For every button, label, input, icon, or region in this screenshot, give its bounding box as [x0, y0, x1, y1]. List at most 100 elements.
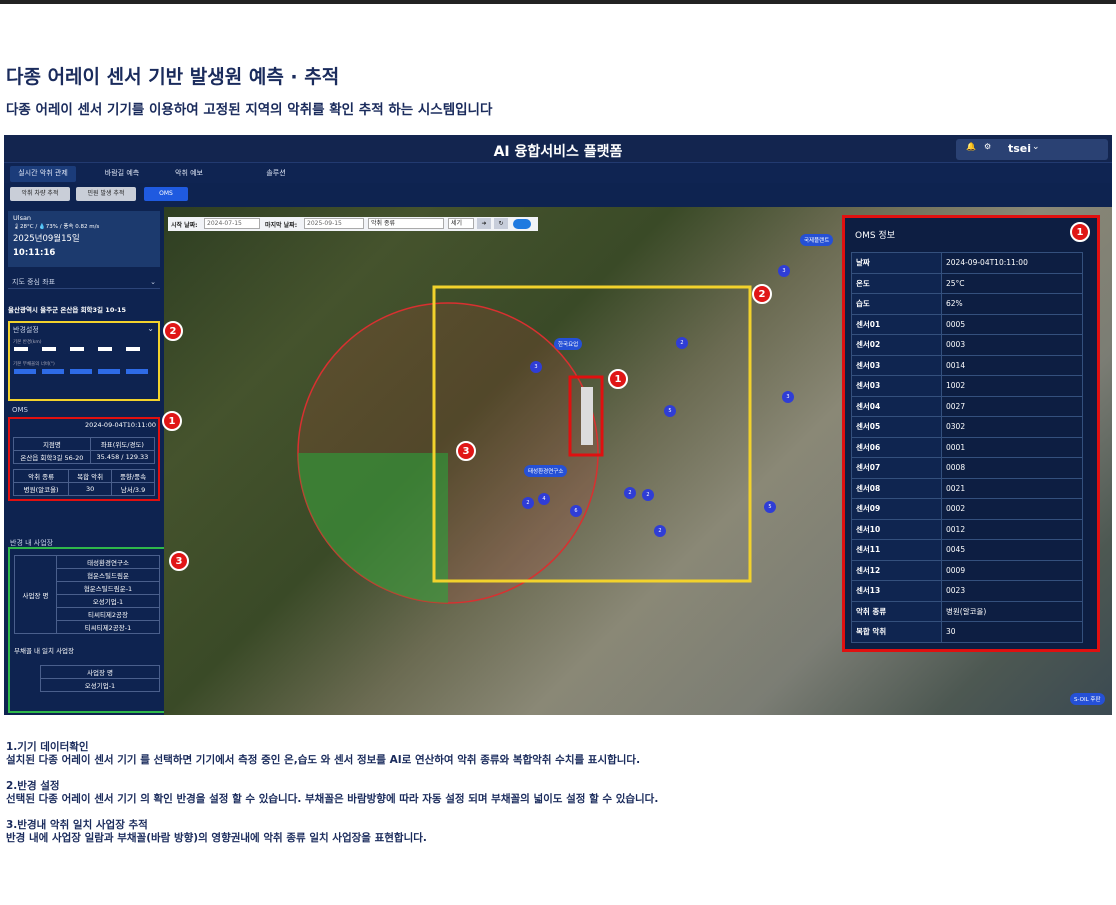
map-coord-toggle[interactable]: 지도 중심 좌표 ⌄ — [8, 275, 160, 289]
sensor-tower — [581, 387, 593, 445]
marker-badge-2: 2 — [163, 321, 183, 341]
oms-field-value: 0045 — [941, 539, 1083, 561]
oms-field-name: 센서06 — [851, 436, 942, 458]
oms-field-value: 0002 — [941, 498, 1083, 520]
table-row: 온도 25°C — [851, 272, 1083, 294]
table-row: 센서10 0012 — [851, 518, 1083, 540]
oms-field-value: 0005 — [941, 313, 1083, 335]
oms-field-name: 악취 종류 — [851, 600, 942, 622]
oms-field-name: 온도 — [851, 272, 942, 294]
chevron-down-icon[interactable]: ⌄ — [1032, 142, 1040, 152]
radius-km-slider[interactable] — [14, 347, 154, 351]
fan-width-slider[interactable] — [14, 369, 154, 374]
table-row: 복합 악취 30 — [851, 621, 1083, 643]
oms-field-name: 센서12 — [851, 559, 942, 581]
tab-windpath[interactable]: 바람길 예측 — [92, 166, 152, 182]
oms-field-name: 습도 — [851, 293, 942, 315]
oms-field-value: 0008 — [941, 457, 1083, 479]
subtab-oms[interactable]: OMS — [144, 187, 188, 201]
oms-odor-table: 악취 종류 복합 악취 풍향/풍속 병원(알코올) 30 남서/3.9 — [12, 469, 155, 496]
table-cell: 온산읍 회학3길 56-20 — [13, 450, 91, 464]
oms-time: 2024-09-04T10:11:00 — [85, 421, 156, 429]
radius-km-label: 기본 반경(km) — [13, 340, 42, 345]
table-cell: 30 — [68, 482, 112, 496]
app-screenshot: AI 융합서비스 플랫폼 🔔 ⚙ tsei ⌄ 실시간 악취 관제 바람길 예측… — [4, 135, 1112, 715]
oms-field-name: 날짜 — [851, 252, 942, 274]
subtab-complaint[interactable]: 민원 발생 추적 — [76, 187, 136, 201]
table-row: 센서07 0008 — [851, 457, 1083, 479]
table-header: 풍향/풍속 — [111, 469, 155, 483]
map-marker[interactable]: 3 — [530, 361, 542, 373]
chevron-down-icon: ⌄ — [150, 278, 156, 286]
table-header: 사업장 명 — [40, 665, 160, 679]
map-marker[interactable]: 4 — [538, 493, 550, 505]
fan-business-label: 부채꼴 내 일치 사업장 — [14, 647, 75, 655]
table-row: 센서09 0002 — [851, 498, 1083, 520]
oms-field-name: 센서05 — [851, 416, 942, 438]
table-cell: 태성환경연구소 — [56, 555, 160, 569]
bell-icon[interactable]: 🔔 — [966, 142, 976, 151]
map-marker[interactable]: 6 — [570, 505, 582, 517]
address-text: 울산광역시 울주군 온산읍 회학3길 10-15 — [8, 306, 127, 314]
table-row: 센서04 0027 — [851, 395, 1083, 417]
map-marker[interactable]: 2 — [642, 489, 654, 501]
tab-solution[interactable]: 솔루션 — [256, 166, 296, 182]
map-marker[interactable]: 2 — [654, 525, 666, 537]
table-row: 센서11 0045 — [851, 539, 1083, 561]
map-marker[interactable]: 5 — [664, 405, 676, 417]
map-label[interactable]: S-OIL 후판 — [1070, 693, 1105, 705]
description-2: 2.반경 설정 선택된 다종 어레이 센서 기기 의 확인 반경을 설정 할 수… — [6, 780, 658, 806]
description-1: 1.기기 데이터확인 설치된 다종 어레이 센서 기기 를 선택하면 기기에서 … — [6, 741, 640, 767]
weather-conditions: 🌡28°C / 💧73% / 풍속 0.82 m/s — [13, 224, 100, 230]
oms-field-name: 센서03 — [851, 354, 942, 376]
oms-field-value: 0021 — [941, 477, 1083, 499]
page-subtitle: 다종 어레이 센서 기기를 이용하여 고정된 지역의 악취를 확인 추적 하는 … — [6, 102, 493, 118]
table-cell: 협운스틸드림운-1 — [56, 581, 160, 595]
user-menu[interactable]: 🔔 ⚙ tsei ⌄ — [956, 139, 1108, 160]
business-table: 사업장 명 태성환경연구소 협운스틸드림운 협운스틸드림운-1 오성기업-1 티… — [14, 555, 160, 634]
oms-field-value: 0009 — [941, 559, 1083, 581]
oms-field-value: 62% — [941, 293, 1083, 315]
weather-card: Ulsan 🌡28°C / 💧73% / 풍속 0.82 m/s 2025년09… — [8, 211, 160, 267]
map-marker[interactable]: 2 — [676, 337, 688, 349]
table-row: 악취 종류 병원(알코올) — [851, 600, 1083, 622]
table-cell: 오성기업-1 — [40, 678, 160, 692]
tab-realtime[interactable]: 실시간 악취 관제 — [10, 166, 76, 182]
oms-field-value: 25°C — [941, 272, 1083, 294]
map-marker[interactable]: 5 — [764, 501, 776, 513]
map-marker[interactable]: 3 — [782, 391, 794, 403]
table-row: 날짜 2024-09-04T10:11:00 — [851, 252, 1083, 274]
page-title: 다종 어레이 센서 기반 발생원 예측 · 추적 — [6, 66, 340, 88]
oms-field-value: 1002 — [941, 375, 1083, 397]
oms-field-name: 센서09 — [851, 498, 942, 520]
map-marker[interactable]: 3 — [778, 265, 790, 277]
table-header: 좌표(위도/경도) — [89, 437, 156, 451]
map-marker[interactable]: 2 — [522, 497, 534, 509]
description-title: 3.반경내 악취 일치 사업장 추적 — [6, 819, 148, 831]
map-marker[interactable]: 2 — [624, 487, 636, 499]
table-row: 센서12 0009 — [851, 559, 1083, 581]
tab-forecast[interactable]: 악취 예보 — [164, 166, 214, 182]
description-title: 2.반경 설정 — [6, 780, 60, 792]
table-row: 센서01 0005 — [851, 313, 1083, 335]
oms-field-name: 센서03 — [851, 375, 942, 397]
oms-field-name: 센서10 — [851, 518, 942, 540]
table-row: 센서03 1002 — [851, 375, 1083, 397]
oms-field-value: 0027 — [941, 395, 1083, 417]
oms-field-value: 0023 — [941, 580, 1083, 602]
map-label[interactable]: 국제플랜트 — [800, 234, 834, 246]
oms-field-name: 센서11 — [851, 539, 942, 561]
oms-field-name: 센서01 — [851, 313, 942, 335]
map-label[interactable]: 태성환경연구소 — [524, 465, 568, 477]
table-cell: 티씨티제2공장-1 — [56, 620, 160, 634]
oms-field-value: 0003 — [941, 334, 1083, 356]
chevron-down-icon[interactable]: ⌄ — [147, 324, 154, 333]
oms-field-value: 0001 — [941, 436, 1083, 458]
table-cell: 병원(알코올) — [12, 482, 70, 496]
app-title: AI 융합서비스 플랫폼 — [493, 144, 623, 160]
subtab-vehicle[interactable]: 악취 차량 추적 — [10, 187, 70, 201]
gear-icon[interactable]: ⚙ — [984, 142, 991, 151]
description-3: 3.반경내 악취 일치 사업장 추적 반경 내에 사업장 일람과 부채꼴(바람 … — [6, 819, 427, 845]
map-label[interactable]: 한국요업 — [554, 338, 583, 350]
oms-field-value: 2024-09-04T10:11:00 — [941, 252, 1083, 274]
